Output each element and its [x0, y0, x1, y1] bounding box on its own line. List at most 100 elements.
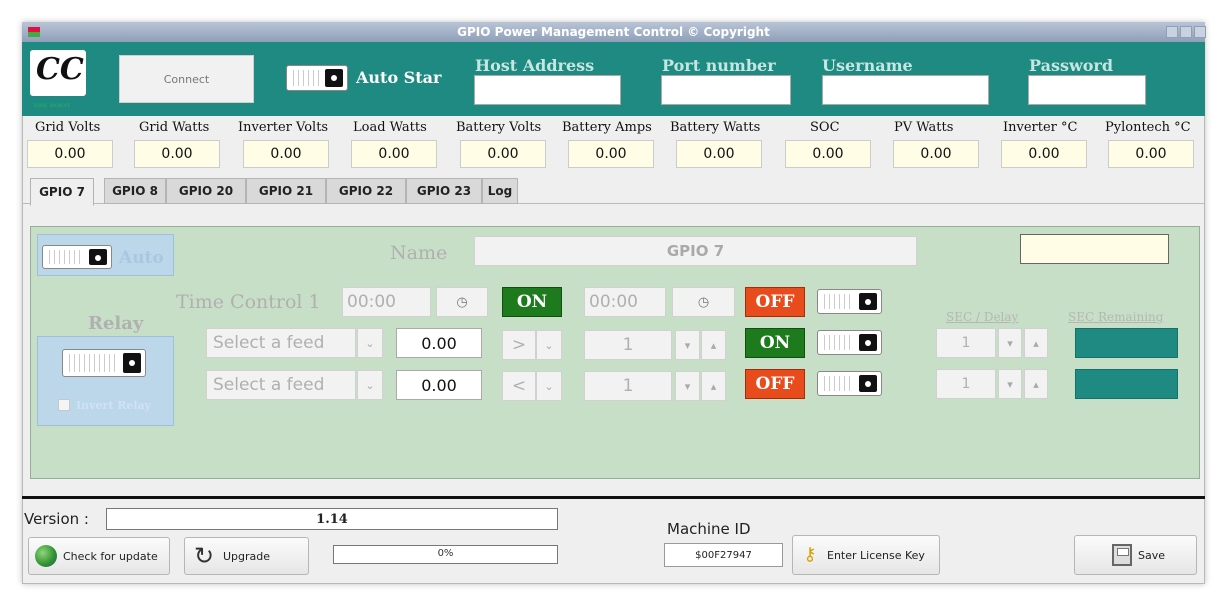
key-icon: ⚷	[803, 544, 817, 565]
sec-remaining-display-1	[1075, 328, 1178, 358]
time-control-toggle[interactable]	[817, 289, 882, 314]
tab-gpio-8[interactable]: GPIO 8	[104, 178, 166, 204]
upgrade-label: Upgrade	[223, 549, 271, 563]
title-bar: GPIO Power Management Control © Copyrigh…	[22, 22, 1206, 42]
row-2-toggle[interactable]	[817, 371, 882, 396]
footer-divider	[22, 496, 1205, 499]
username-input[interactable]	[822, 75, 989, 105]
maximize-button[interactable]	[1180, 26, 1192, 38]
metric-label: SOC	[810, 120, 840, 135]
version-value: 1.14	[106, 508, 558, 530]
feed-select-2-chevron-down-icon[interactable]: ⌄	[357, 370, 383, 400]
metric-battery-watts: 0.00	[676, 140, 762, 168]
metric-label: Grid Volts	[35, 120, 101, 135]
count-2-decrement-chevron-down-icon[interactable]: ▾	[675, 371, 700, 401]
count-input-1[interactable]: 1	[584, 330, 672, 360]
feed-select-2[interactable]: Select a feed	[206, 370, 356, 400]
floppy-disk-icon	[1111, 544, 1132, 566]
metric-pylontech-temp: 0.00	[1108, 140, 1194, 168]
tab-gpio-22[interactable]: GPIO 22	[326, 178, 406, 204]
password-input[interactable]	[1028, 75, 1146, 105]
sec-2-decrement-chevron-down-icon[interactable]: ▾	[998, 369, 1022, 399]
password-label: Password	[1029, 56, 1114, 75]
name-label: Name	[390, 242, 448, 264]
check-for-update-button[interactable]: Check for update	[28, 537, 170, 575]
metric-inverter-temp: 0.00	[1001, 140, 1087, 168]
time-off-state: OFF	[745, 287, 805, 317]
sec-1-increment-chevron-up-icon[interactable]: ▴	[1024, 328, 1048, 358]
metric-label: Load Watts	[353, 120, 427, 135]
name-input[interactable]: GPIO 7	[474, 236, 917, 266]
auto-label: Auto	[119, 248, 164, 268]
check-for-update-label: Check for update	[63, 549, 158, 563]
threshold-input-2[interactable]: 0.00	[396, 370, 482, 400]
metric-grid-watts: 0.00	[134, 140, 220, 168]
port-number-input[interactable]	[661, 75, 791, 105]
tab-gpio-23[interactable]: GPIO 23	[406, 178, 482, 204]
company-logo: CC ERIC BORAT	[30, 50, 86, 109]
metric-label: PV Watts	[894, 120, 954, 135]
count-2-increment-chevron-up-icon[interactable]: ▴	[701, 371, 726, 401]
sec-2-increment-chevron-up-icon[interactable]: ▴	[1024, 369, 1048, 399]
enter-license-key-button[interactable]: ⚷ Enter License Key	[792, 535, 940, 575]
sec-1-decrement-chevron-down-icon[interactable]: ▾	[998, 328, 1022, 358]
metric-battery-volts: 0.00	[460, 140, 546, 168]
metric-battery-amps: 0.00	[568, 140, 654, 168]
relay-label: Relay	[88, 313, 144, 334]
relay-toggle[interactable]	[62, 349, 146, 377]
host-address-input[interactable]	[474, 75, 621, 105]
upgrade-progress-bar: 0%	[333, 545, 558, 564]
row-1-toggle[interactable]	[817, 330, 882, 355]
save-label: Save	[1137, 548, 1165, 562]
count-1-decrement-chevron-down-icon[interactable]: ▾	[675, 330, 700, 360]
sync-icon: ↻	[193, 542, 215, 570]
progress-text: 0%	[437, 548, 454, 559]
upgrade-button[interactable]: ↻ Upgrade	[184, 537, 309, 575]
metric-label: Pylontech °C	[1105, 120, 1191, 135]
time-off-input[interactable]: 00:00	[584, 287, 666, 317]
operator-select-2[interactable]: <	[502, 371, 536, 401]
invert-relay-label: Invert Relay	[76, 399, 152, 412]
time-on-input[interactable]: 00:00	[342, 287, 431, 317]
threshold-input-1[interactable]: 0.00	[396, 328, 482, 358]
tab-log[interactable]: Log	[482, 178, 518, 204]
tab-gpio-20[interactable]: GPIO 20	[166, 178, 246, 204]
count-input-2[interactable]: 1	[584, 371, 672, 401]
operator-select-1[interactable]: >	[502, 330, 536, 360]
sec-delay-input-2[interactable]: 1	[936, 369, 996, 399]
time-off-picker-clock-icon[interactable]: ◷	[672, 287, 735, 317]
sec-delay-label: SEC / Delay	[946, 310, 1019, 324]
row-2-state: OFF	[745, 369, 805, 399]
logo-text: CC	[36, 52, 84, 87]
count-1-increment-chevron-up-icon[interactable]: ▴	[701, 330, 726, 360]
save-button[interactable]: Save	[1074, 535, 1197, 575]
operator-select-1-chevron-down-icon[interactable]: ⌄	[536, 330, 562, 360]
operator-select-2-chevron-down-icon[interactable]: ⌄	[536, 371, 562, 401]
tab-gpio-7[interactable]: GPIO 7	[30, 178, 94, 206]
minimize-button[interactable]	[1166, 26, 1178, 38]
sec-delay-input-1[interactable]: 1	[936, 328, 996, 358]
username-label: Username	[822, 56, 913, 75]
feed-select-1-chevron-down-icon[interactable]: ⌄	[357, 328, 383, 358]
version-label: Version :	[24, 510, 89, 528]
tab-gpio-21[interactable]: GPIO 21	[246, 178, 326, 204]
metric-pv-watts: 0.00	[893, 140, 979, 168]
time-on-picker-clock-icon[interactable]: ◷	[436, 287, 488, 317]
port-number-label: Port number	[662, 56, 776, 75]
time-on-state: ON	[502, 287, 562, 317]
sec-remaining-label: SEC Remaining	[1068, 310, 1164, 324]
metric-label: Grid Watts	[139, 120, 210, 135]
status-display	[1020, 234, 1169, 264]
auto-toggle[interactable]	[42, 245, 112, 269]
metric-label: Battery Watts	[670, 120, 761, 135]
invert-relay-checkbox[interactable]	[58, 399, 70, 411]
metric-soc: 0.00	[785, 140, 871, 168]
close-button[interactable]	[1194, 26, 1206, 38]
row-1-state: ON	[745, 328, 805, 358]
metric-label: Battery Volts	[456, 120, 542, 135]
globe-icon	[35, 545, 57, 567]
feed-select-1[interactable]: Select a feed	[206, 328, 356, 358]
autostart-toggle[interactable]	[286, 65, 348, 91]
connect-button[interactable]: Connect	[119, 55, 254, 103]
metric-inverter-volts: 0.00	[243, 140, 329, 168]
